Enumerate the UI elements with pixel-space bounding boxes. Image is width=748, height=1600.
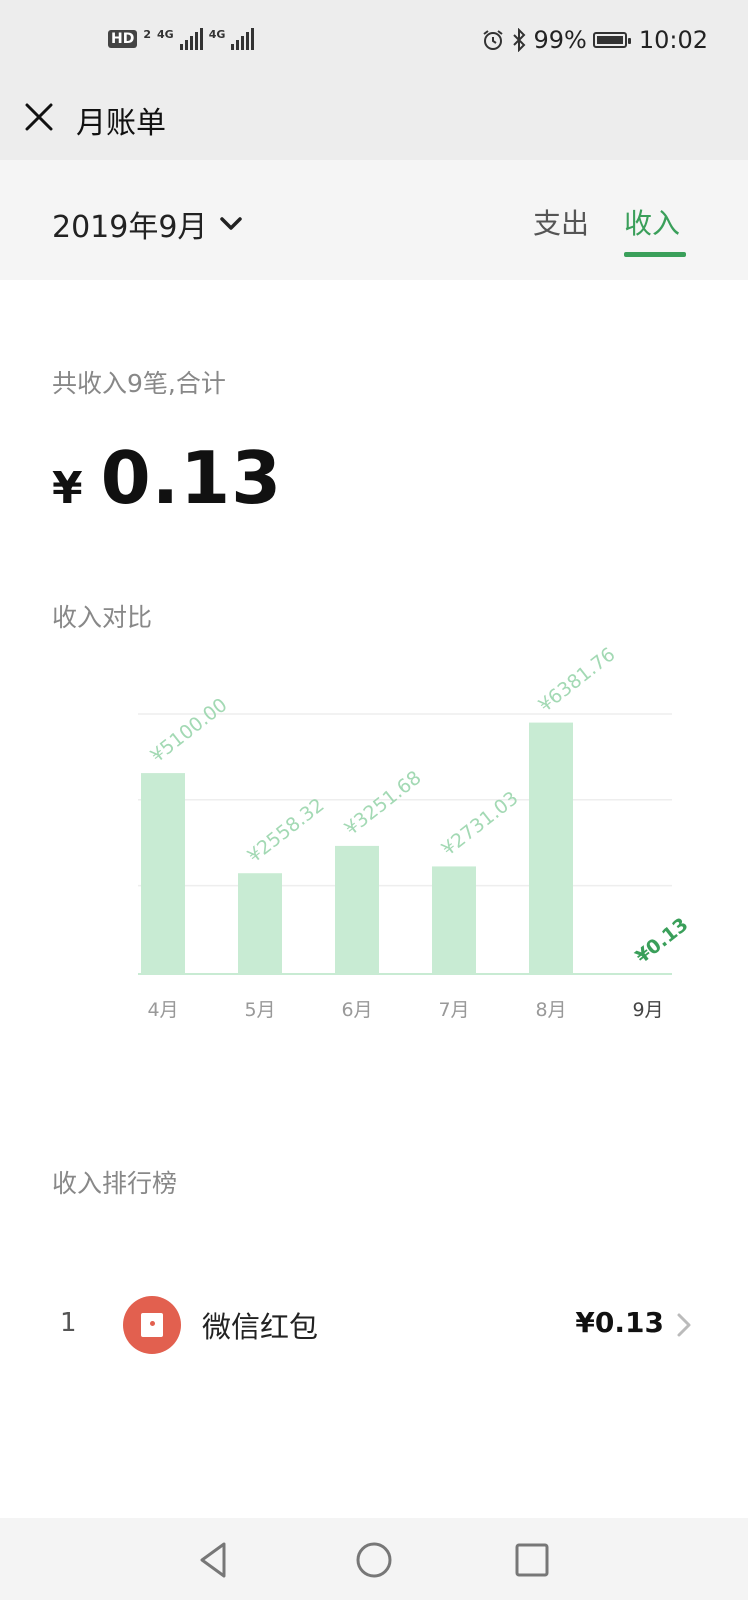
chevron-down-icon [220,217,243,230]
x-tick-label: 9月 [632,999,663,1021]
bar-value-label: ¥2731.03 [438,787,523,860]
rank-amount: ¥0.13 [575,1306,664,1339]
back-icon[interactable] [192,1538,236,1582]
battery-percent: 99% [533,26,587,54]
bar-value-label: ¥6381.76 [535,643,620,716]
x-tick-label: 8月 [535,999,566,1021]
home-icon[interactable] [352,1538,396,1582]
currency-symbol: ¥ [52,463,83,514]
summary-label: 共收入9笔,合计 [52,369,226,398]
bar-value-label: ¥2558.32 [244,794,329,867]
bar-value-label: ¥0.13 [632,914,693,968]
bluetooth-icon [513,28,526,52]
x-tick-label: 5月 [244,999,275,1021]
bar-4月 [141,773,185,974]
month-picker[interactable]: 2019年9月 [52,202,243,246]
bar-7月 [432,866,476,974]
status-right: 99% 10:02 [481,26,708,54]
alarm-icon [483,30,504,50]
recents-icon[interactable] [510,1538,554,1582]
battery-icon [592,32,631,48]
ranking-list-item[interactable]: 1 微信红包 ¥0.13 [0,1290,748,1360]
bar-value-label: ¥3251.68 [341,767,426,840]
red-envelope-icon [123,1296,181,1354]
clock: 10:02 [638,26,708,54]
bar-value-label: ¥5100.00 [147,694,232,767]
x-tick-label: 6月 [341,999,372,1021]
x-tick-label: 7月 [438,999,469,1021]
filter-bar: 2019年9月 支出 收入 [0,160,748,280]
close-icon[interactable] [22,100,56,134]
status-left: HD 2 4G 4G [108,28,255,50]
signal-2-icon [231,28,255,50]
month-label: 2019年9月 [52,210,208,245]
page-title: 月账单 [76,106,166,141]
status-bar: HD 2 4G 4G 99% 10:02 [0,0,748,84]
hd-badge: HD [108,30,138,48]
active-tab-indicator [624,252,686,257]
signal-2-label: 4G [208,28,226,41]
rank-name: 微信红包 [202,1310,319,1344]
tab-expense[interactable]: 支出 [533,202,589,242]
bar-5月 [238,873,282,974]
signal-1-icon [179,28,203,50]
system-nav-bar [0,1518,748,1600]
rank-number: 1 [60,1308,77,1338]
signal-1-label: 4G [157,28,174,41]
comparison-title: 收入对比 [52,603,153,632]
total-amount: ¥ 0.13 [52,436,282,520]
bar-6月 [335,845,379,974]
hd-sub: 2 [143,28,151,41]
income-comparison-chart: ¥5100.00 4月 ¥2558.32 5月 ¥3251.68 6月 ¥2731.03 7月… [138,643,693,1021]
ranking-title: 收入排行榜 [52,1169,178,1198]
bar-8月 [529,722,573,974]
chevron-right-icon [677,1313,691,1337]
nav-bar: 月账单 [0,84,748,160]
x-tick-label: 4月 [147,999,178,1021]
tab-income[interactable]: 收入 [624,202,680,242]
amount-value: 0.13 [100,436,283,520]
